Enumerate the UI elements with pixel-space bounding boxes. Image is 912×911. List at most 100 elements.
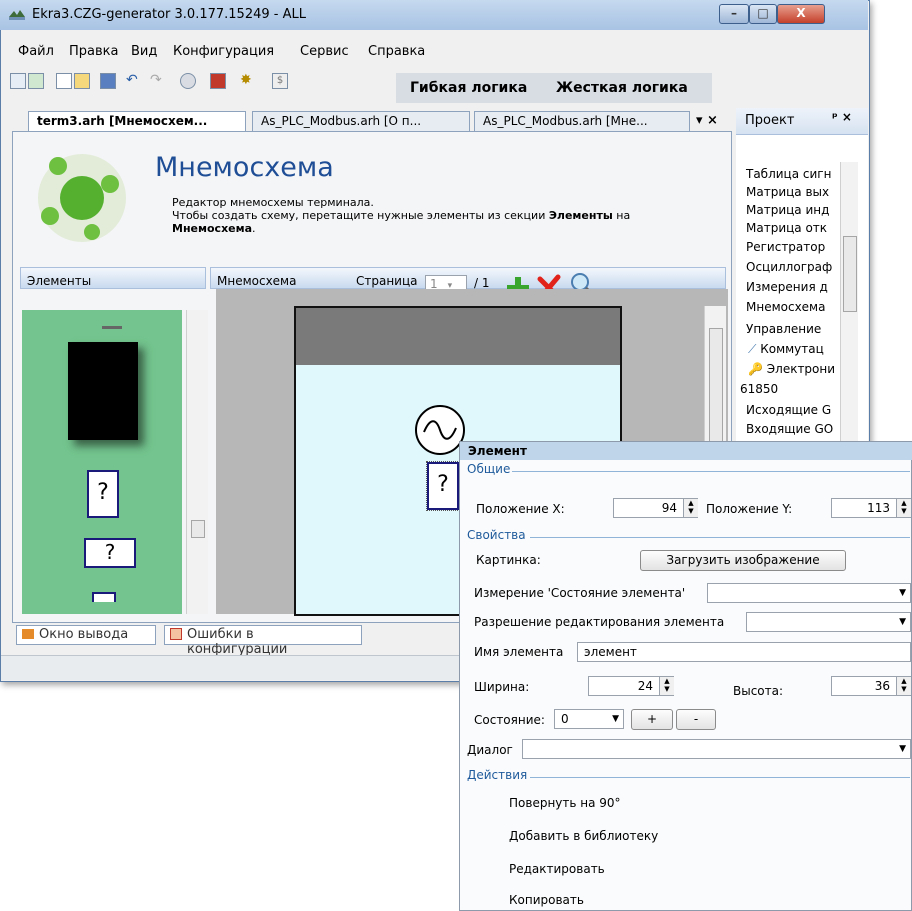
menu-help[interactable]: Справка (368, 44, 425, 59)
project-scroll-thumb[interactable] (843, 236, 857, 312)
tab-output-window[interactable]: Окно вывода (16, 625, 156, 645)
pos-y-value: 113 (867, 501, 890, 515)
switch-icon: ⟋ (748, 342, 761, 356)
project-item[interactable]: 61850 (740, 382, 778, 396)
copy-action[interactable]: Копировать (509, 893, 584, 907)
bug-icon[interactable]: ✸ (240, 73, 256, 89)
state-plus-button[interactable]: + (631, 709, 673, 730)
menu-view[interactable]: Вид (131, 44, 157, 59)
page-total: / 1 (474, 276, 490, 290)
project-item[interactable]: Измерения д (746, 280, 828, 294)
header-description: Редактор мнемосхемы терминала. Чтобы соз… (172, 196, 712, 235)
project-item-label: Электрони (766, 362, 836, 376)
project-item[interactable]: ⟋ Коммутац (748, 342, 824, 357)
state-label: Состояние: (474, 713, 545, 727)
project-item[interactable]: Регистратор (746, 240, 825, 254)
rotate-action[interactable]: Повернуть на 90° (509, 796, 621, 810)
element-unknown-vertical[interactable]: ? (87, 470, 119, 518)
project-item-label: Коммутац (760, 342, 824, 356)
project-item-label: Матрица вых (746, 185, 830, 199)
tab-as-plc-about[interactable]: As_PLC_Modbus.arh [О п... (252, 111, 470, 131)
dialog-select[interactable]: ▼ (522, 739, 911, 759)
save-icon[interactable] (100, 73, 116, 89)
state-value: 0 (561, 712, 569, 726)
window-title: Ekra3.CZG-generator 3.0.177.15249 - ALL (32, 7, 306, 22)
width-spinner[interactable]: ▲ ▼ (659, 677, 674, 695)
new-file-icon[interactable] (56, 73, 72, 89)
load-image-button[interactable]: Загрузить изображение (640, 550, 846, 571)
hard-logic-button[interactable]: Жесткая логика (556, 80, 688, 96)
width-value: 24 (637, 679, 653, 693)
script-icon[interactable]: $ (272, 73, 288, 89)
project-scrollbar[interactable] (840, 162, 858, 444)
edit-permission-chevron-icon: ▼ (899, 617, 906, 627)
elements-scroll-thumb[interactable] (191, 520, 205, 538)
element-line[interactable] (102, 326, 122, 329)
undo-icon[interactable]: ↶ (126, 73, 142, 89)
edit-action[interactable]: Редактировать (509, 862, 605, 876)
project-item[interactable]: Исходящие G (746, 403, 831, 417)
scheme-pane-label: Мнемосхема (217, 274, 297, 288)
pos-x-spinner[interactable]: ▲ ▼ (683, 499, 698, 517)
selected-element[interactable]: ? (426, 461, 460, 511)
project-item[interactable]: Мнемосхема (746, 300, 825, 314)
redo-icon[interactable]: ↷ (150, 73, 166, 89)
project-item-label: Исходящие G (746, 403, 832, 417)
project-item[interactable]: Таблица сигн (746, 167, 831, 181)
timer-icon[interactable] (180, 73, 196, 89)
element-partial[interactable] (92, 592, 116, 602)
project-item[interactable]: Матрица отк (746, 221, 827, 235)
menu-service[interactable]: Сервис (300, 44, 349, 59)
desc-bold-elements: Элементы (548, 209, 613, 222)
mnemo-logo-icon (38, 154, 126, 242)
edit-permission-select[interactable]: ▼ (746, 612, 911, 632)
open-folder-icon[interactable] (74, 73, 90, 89)
pos-y-spinner[interactable]: ▲ ▼ (896, 499, 911, 517)
desc-line-2: Чтобы создать схему, перетащите нужные э… (172, 209, 712, 222)
table-icon[interactable] (10, 73, 26, 89)
project-item[interactable]: Входящие GO (746, 422, 833, 436)
tab-as-plc-mnemo[interactable]: As_PLC_Modbus.arh [Мне... (474, 111, 690, 131)
tab-close-controls[interactable]: ▾ × (696, 113, 718, 128)
measure-select[interactable]: ▼ (707, 583, 911, 603)
flag-icon[interactable] (210, 73, 226, 89)
config-errors-label: Ошибки в конфигурации (187, 627, 288, 657)
project-item[interactable]: Матрица инд (746, 203, 829, 217)
project-item[interactable]: Матрица вых (746, 185, 829, 199)
flex-logic-button[interactable]: Гибкая логика (410, 80, 527, 96)
menu-edit[interactable]: Правка (69, 44, 118, 59)
excel-icon[interactable] (28, 73, 44, 89)
state-select[interactable]: 0 ▼ (554, 709, 624, 729)
dialog-chevron-icon: ▼ (899, 744, 906, 754)
pos-x-label: Положение X: (476, 502, 565, 516)
menu-file[interactable]: Файл (18, 44, 54, 59)
section-general: Общие (467, 462, 511, 476)
add-to-library-action[interactable]: Добавить в библиотеку (509, 829, 658, 843)
project-item[interactable]: 🔑 Электрони (748, 362, 835, 376)
close-button[interactable]: X (777, 4, 825, 24)
height-spinner[interactable]: ▲ ▼ (896, 677, 911, 695)
maximize-button[interactable]: □ (749, 4, 777, 24)
project-item-label: Входящие GO (746, 422, 834, 436)
output-window-icon (22, 629, 34, 639)
project-item[interactable]: Управление (746, 322, 821, 336)
menu-config[interactable]: Конфигурация (173, 44, 274, 59)
elements-scrollbar[interactable] (186, 310, 208, 614)
tab-term3[interactable]: term3.arh [Мнемосхем... (28, 111, 246, 131)
properties-title: Элемент (460, 442, 912, 460)
state-minus-button[interactable]: - (676, 709, 716, 730)
element-name-input[interactable]: элемент (577, 642, 911, 662)
app-icon (9, 10, 25, 20)
project-item-label: Осциллограф (746, 260, 833, 274)
project-item[interactable]: Осциллограф (746, 260, 832, 274)
pos-x-value: 94 (661, 501, 677, 515)
element-name-label: Имя элемента (474, 645, 564, 659)
project-item-label: Мнемосхема (746, 300, 826, 314)
output-window-label: Окно вывода (39, 627, 129, 642)
element-black-rect[interactable] (68, 342, 138, 440)
minimize-button[interactable]: – (719, 4, 749, 24)
project-item-label: Измерения д (746, 280, 828, 294)
element-unknown-horizontal[interactable]: ? (84, 538, 136, 568)
tab-config-errors[interactable]: Ошибки в конфигурации (164, 625, 362, 657)
project-pin-close[interactable]: ᵖ × (832, 110, 852, 124)
